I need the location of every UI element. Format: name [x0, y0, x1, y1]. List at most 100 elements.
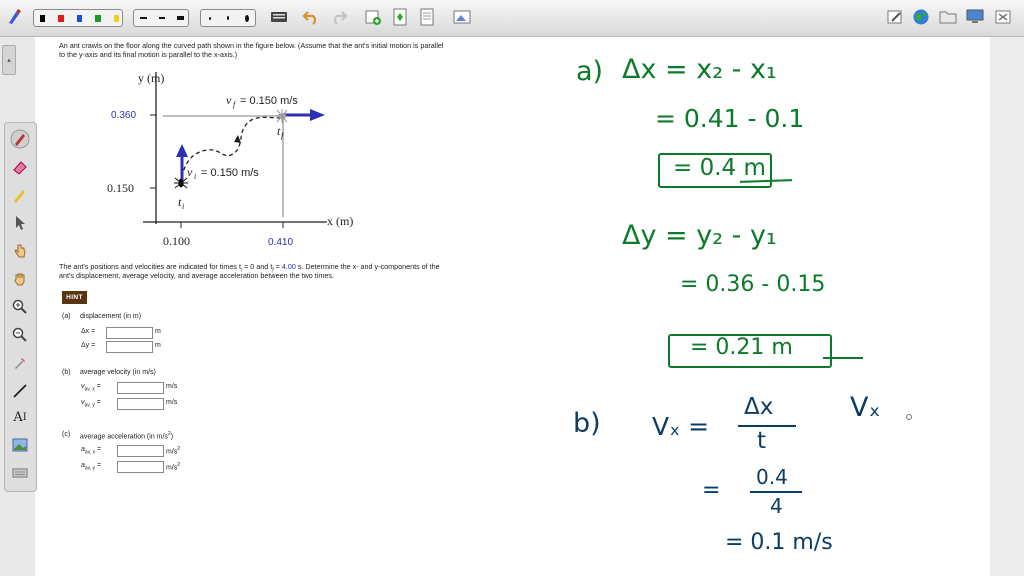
dy-input[interactable]	[106, 341, 153, 353]
point-size-large[interactable]	[245, 14, 249, 22]
hw-dy-formula: Δy = y₂ - y₁	[622, 220, 777, 251]
hw-vx-value-bar	[750, 491, 802, 493]
desc-text-c: s. Determine the x- and y-components of …	[295, 262, 440, 271]
edit-icon[interactable]	[884, 6, 906, 28]
vi-subscript: i	[194, 172, 196, 181]
problem-intro-line2: to the y-axis and its final motion is pa…	[59, 50, 238, 59]
vf-value: = 0.150 m/s	[240, 95, 298, 107]
line-style-medium[interactable]	[158, 17, 166, 19]
tool-panel: AI	[4, 122, 37, 492]
x-tick-left-label: 0.100	[163, 234, 190, 248]
aavx-input[interactable]	[117, 445, 164, 457]
hint-button[interactable]: HINT	[62, 291, 87, 304]
part-b-title: average velocity (in m/s)	[80, 369, 156, 376]
color-yellow-swatch[interactable]	[113, 14, 120, 22]
keyboard-tool-icon[interactable]	[10, 463, 30, 483]
pen-logo-icon[interactable]	[4, 6, 26, 28]
problem-intro-line1: An ant crawls on the floor along the cur…	[59, 41, 444, 50]
insert-page-icon[interactable]	[389, 6, 411, 28]
desc-tf-value: 4.00	[281, 262, 296, 271]
hw-vx-den-value: 4	[770, 494, 783, 518]
aavy-unit-text: m/s	[166, 464, 178, 472]
page-icon[interactable]	[416, 6, 438, 28]
tf-subscript: f	[281, 131, 285, 140]
image-icon[interactable]	[450, 6, 474, 28]
hw-vx-result: = 0.1 m/s	[725, 530, 833, 555]
aavy-label: aav, y =	[81, 462, 101, 471]
color-green-swatch[interactable]	[95, 14, 101, 22]
point-size-small[interactable]	[209, 16, 211, 20]
point-size-picker	[200, 9, 256, 27]
dy-unit: m	[155, 342, 161, 349]
color-blue-swatch[interactable]	[76, 14, 83, 22]
pointer-icon[interactable]	[10, 213, 30, 233]
left-collapse-tab[interactable]: ▴	[2, 45, 16, 75]
hand-point-icon[interactable]	[10, 241, 30, 261]
highlighter-icon[interactable]	[10, 185, 30, 205]
vavx-input[interactable]	[117, 382, 164, 394]
vf-symbol: v	[226, 93, 232, 107]
dx-input[interactable]	[106, 327, 153, 339]
part-c-title-end: )	[170, 433, 174, 441]
aavy-unit-sup: 2	[177, 462, 181, 468]
part-c-title-text: average acceleration (in m/s	[80, 433, 168, 441]
line-style-thick[interactable]	[177, 16, 185, 20]
vavy-eq: =	[96, 399, 101, 406]
vavy-label: vav, y =	[81, 399, 101, 408]
text-tool-icon[interactable]: AI	[10, 407, 30, 427]
keyboard-icon[interactable]	[268, 6, 290, 28]
hw-dx-answer: = 0.4 m	[673, 155, 766, 181]
pen-tool-icon[interactable]	[10, 129, 30, 149]
hw-dy-answer: = 0.21 m	[690, 335, 793, 360]
top-toolbar	[0, 0, 1024, 37]
part-c-label: (c)	[62, 431, 71, 438]
aavy-unit: m/s2	[166, 462, 180, 471]
hw-part-a-label: a)	[576, 56, 604, 87]
close-icon[interactable]	[992, 6, 1014, 28]
hand-pan-icon[interactable]	[10, 269, 30, 289]
ant-final-icon	[276, 109, 288, 123]
globe-icon[interactable]	[910, 6, 932, 28]
y-axis-label: y (m)	[138, 71, 164, 85]
zoom-out-icon[interactable]	[10, 325, 30, 345]
vf-subscript: f	[233, 100, 237, 109]
part-b-label: (b)	[62, 369, 71, 376]
ti-subscript: i	[182, 202, 184, 211]
ant-path-figure: y (m) x (m) 0.360 0.150 0.100 0.410 v f …	[107, 71, 353, 248]
hw-dy-underline	[823, 357, 863, 359]
dx-label: Δx =	[81, 328, 96, 335]
desc-text-b: = 0 and t	[242, 262, 273, 271]
vavy-unit: m/s	[166, 399, 178, 406]
line-style-thin[interactable]	[140, 17, 147, 19]
aavx-unit: m/s2	[166, 446, 180, 455]
vavy-input[interactable]	[117, 398, 164, 410]
color-black-swatch[interactable]	[40, 14, 46, 22]
part-a-title: displacement (in m)	[80, 313, 142, 320]
ant-initial-icon	[174, 177, 188, 189]
aavy-input[interactable]	[117, 461, 164, 473]
monitor-icon[interactable]	[964, 6, 986, 28]
eraser-icon[interactable]	[10, 157, 30, 177]
eyedropper-icon[interactable]	[10, 353, 30, 373]
part-a-label: (a)	[62, 313, 71, 320]
vavy-subscript: av, y	[84, 402, 95, 409]
aavx-unit-sup: 2	[177, 446, 181, 452]
new-page-icon[interactable]	[362, 6, 384, 28]
line-tool-icon[interactable]	[10, 381, 30, 401]
color-red-swatch[interactable]	[58, 14, 64, 22]
hw-dx-substitution: = 0.41 - 0.1	[655, 104, 805, 133]
redo-icon[interactable]	[328, 6, 350, 28]
path-arrow-icon	[234, 135, 241, 143]
part-c-title: average acceleration (in m/s2)	[80, 431, 173, 440]
color-palette	[33, 9, 123, 27]
point-size-medium[interactable]	[226, 16, 229, 20]
folder-icon[interactable]	[937, 6, 959, 28]
dx-unit: m	[155, 328, 161, 335]
aavy-subscript: av, y	[84, 465, 96, 472]
aavy-eq: =	[97, 462, 102, 469]
zoom-in-icon[interactable]	[10, 297, 30, 317]
hw-dx-formula: Δx = x₂ - x₁	[622, 54, 777, 85]
undo-icon[interactable]	[300, 6, 322, 28]
vi-symbol: v	[187, 165, 193, 179]
image-insert-icon[interactable]	[10, 435, 30, 455]
